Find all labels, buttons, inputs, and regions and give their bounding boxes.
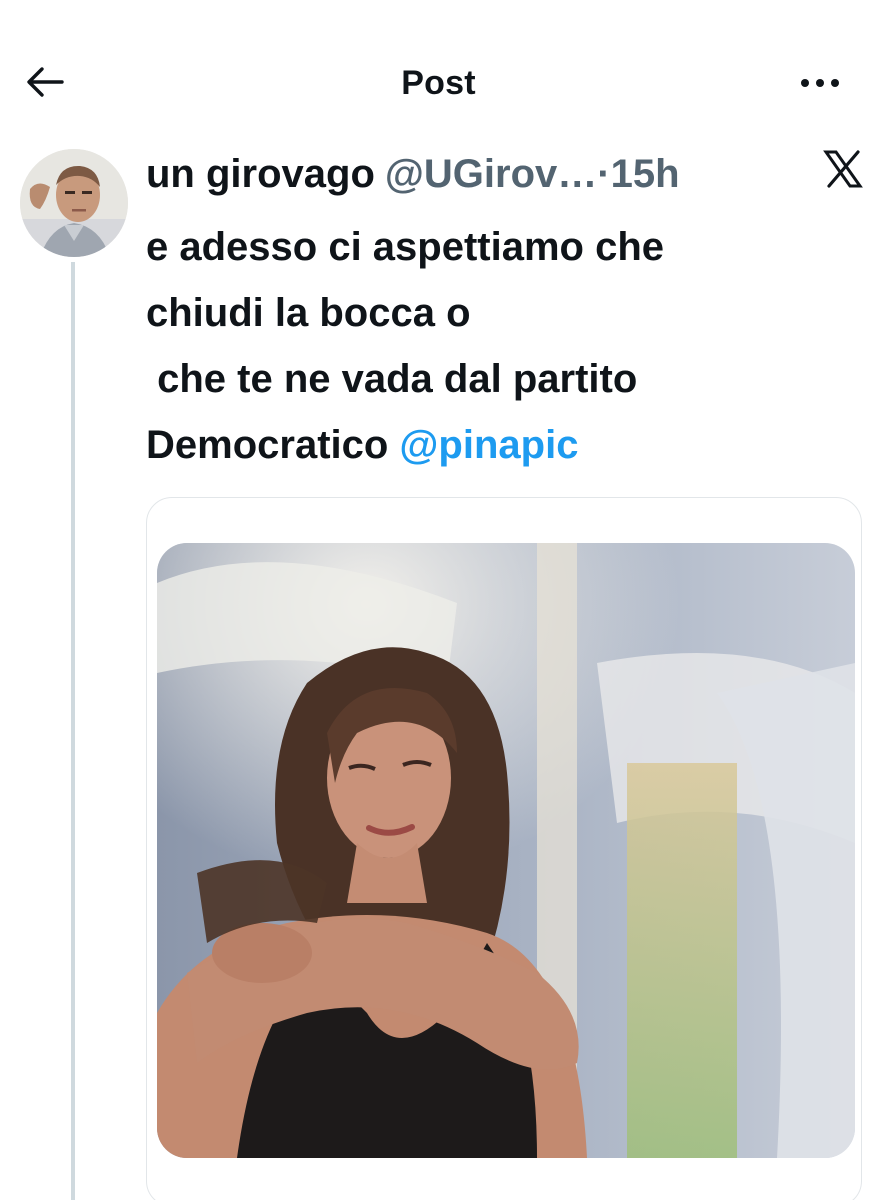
thread-line: [71, 262, 75, 1200]
tweet-header: un girovago @UGirov…·15h: [146, 146, 826, 202]
author-handle[interactable]: @UGirov…: [385, 152, 597, 196]
tweet-photo[interactable]: [157, 543, 855, 1158]
x-logo-icon: [823, 150, 863, 188]
tweet-text-line: chiudi la bocca o: [146, 291, 471, 335]
avatar[interactable]: [20, 149, 128, 257]
mention-link[interactable]: @pinapic: [399, 423, 578, 467]
more-horizontal-icon: [801, 79, 839, 87]
timestamp[interactable]: 15h: [611, 152, 680, 196]
tweet-text-line: che te ne vada dal partito: [146, 357, 638, 401]
tweet-text: e adesso ci aspettiamo che chiudi la boc…: [146, 214, 866, 478]
time-separator: ·: [597, 152, 611, 196]
tweet-text-last-line: Democratico @pinapic: [146, 412, 866, 478]
post-page: Post un girovago @UGirov…·15h e adesso c…: [0, 0, 877, 1200]
tweet-text-segment: Democratico: [146, 423, 400, 467]
photo-image: [157, 543, 855, 1158]
more-options-button[interactable]: [795, 68, 845, 98]
x-logo-button[interactable]: [820, 146, 866, 192]
top-bar: Post: [0, 50, 877, 114]
page-title: Post: [401, 64, 476, 102]
author-name[interactable]: un girovago: [146, 152, 375, 196]
user-avatar-photo: [20, 149, 128, 257]
tweet-text-line: e adesso ci aspettiamo che: [146, 225, 665, 269]
